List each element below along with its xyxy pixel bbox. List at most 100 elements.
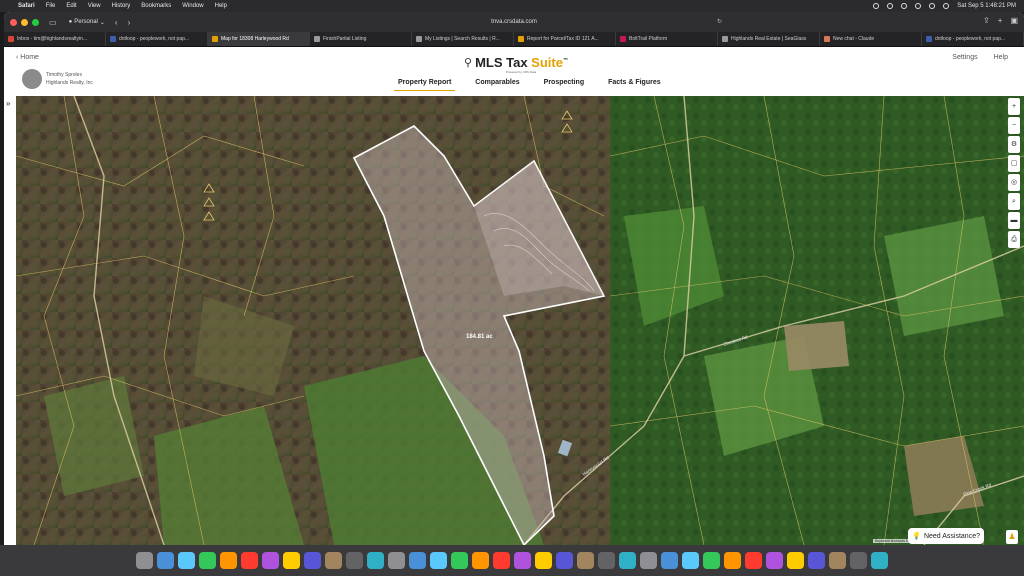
nav-prospecting[interactable]: Prospecting: [540, 77, 588, 91]
zoom-out-icon[interactable]: −: [1008, 117, 1020, 134]
layers-icon[interactable]: ▬: [1008, 212, 1020, 229]
search-icon[interactable]: ⌕: [1008, 193, 1020, 210]
dock-app-icon[interactable]: [598, 552, 615, 569]
forward-icon[interactable]: ›: [128, 18, 131, 27]
locate-icon[interactable]: ◎: [1008, 174, 1020, 191]
dock-app-icon[interactable]: [787, 552, 804, 569]
logo-suffix: Suite: [531, 55, 563, 70]
dock-app-icon[interactable]: [745, 552, 762, 569]
tab-overview-icon[interactable]: ▣: [1010, 16, 1018, 25]
dock-app-icon[interactable]: [388, 552, 405, 569]
dock-app-icon[interactable]: [199, 552, 216, 569]
mls-tax-suite-logo[interactable]: ⚲ MLS Tax Suite™ Powered by CRS Data: [464, 55, 568, 74]
menu-help[interactable]: Help: [215, 3, 227, 9]
tab-label: BoltTrail Platform: [629, 36, 668, 42]
dock-app-icon[interactable]: [346, 552, 363, 569]
print-icon[interactable]: ⎙: [1008, 231, 1020, 248]
sidebar-toggle-icon[interactable]: ▭: [49, 18, 57, 27]
tab-claude[interactable]: New chat - Claude: [820, 32, 922, 46]
address-bar[interactable]: tnva.crsdata.com ↻: [304, 16, 724, 28]
dock-app-icon[interactable]: [220, 552, 237, 569]
dock-app-icon[interactable]: [682, 552, 699, 569]
dock-app-icon[interactable]: [451, 552, 468, 569]
help-link[interactable]: Help: [994, 54, 1008, 61]
share-icon[interactable]: ⇪: [983, 16, 990, 25]
avatar[interactable]: [22, 69, 42, 89]
new-tab-icon[interactable]: +: [998, 16, 1003, 25]
dock-app-icon[interactable]: [283, 552, 300, 569]
menu-file[interactable]: File: [46, 3, 56, 9]
close-window-button[interactable]: [10, 18, 17, 26]
select-box-icon[interactable]: ▢: [1008, 155, 1020, 172]
status-icon[interactable]: [873, 3, 880, 9]
zoom-in-icon[interactable]: +: [1008, 98, 1020, 115]
nav-property-report[interactable]: Property Report: [394, 77, 456, 91]
nav-facts-figures[interactable]: Facts & Figures: [604, 77, 665, 91]
tab-map[interactable]: Map for 18308 Harleywood Rd: [208, 32, 310, 46]
dock-app-icon[interactable]: [262, 552, 279, 569]
dock-app-icon[interactable]: [661, 552, 678, 569]
nav-comparables[interactable]: Comparables: [471, 77, 523, 91]
battery-icon[interactable]: [929, 3, 936, 9]
dock-app-icon[interactable]: [241, 552, 258, 569]
need-assistance-button[interactable]: 💡 Need Assistance?: [908, 528, 984, 544]
home-link[interactable]: ‹ Home: [16, 54, 39, 61]
favicon-icon: [518, 36, 524, 42]
profile-menu[interactable]: ● Personal ⌄: [69, 19, 105, 26]
dock-app-icon[interactable]: [619, 552, 636, 569]
dock-app-icon[interactable]: [640, 552, 657, 569]
control-center-icon[interactable]: [943, 3, 950, 9]
dock-app-icon[interactable]: [514, 552, 531, 569]
dock-app-icon[interactable]: [472, 552, 489, 569]
volume-icon[interactable]: [915, 3, 922, 9]
dock-app-icon[interactable]: [724, 552, 741, 569]
street-view-pegman-icon[interactable]: ♟: [1006, 530, 1018, 544]
dock-app-icon[interactable]: [304, 552, 321, 569]
tab-report[interactable]: Report for Parcel/Tax ID 121 A...: [514, 32, 616, 46]
dock-app-icon[interactable]: [808, 552, 825, 569]
dock-app-icon[interactable]: [556, 552, 573, 569]
menu-edit[interactable]: Edit: [66, 3, 76, 9]
dock-app-icon[interactable]: [409, 552, 426, 569]
menu-app-safari[interactable]: Safari: [18, 3, 35, 9]
back-icon[interactable]: ‹: [115, 18, 118, 27]
reload-icon[interactable]: ↻: [717, 16, 722, 28]
tab-dotloop[interactable]: dotloop - peoplework, not pap...: [106, 32, 208, 46]
zoom-window-button[interactable]: [32, 18, 39, 26]
menu-bookmarks[interactable]: Bookmarks: [141, 3, 171, 9]
settings-link[interactable]: Settings: [952, 54, 977, 61]
dock-app-icon[interactable]: [367, 552, 384, 569]
tab-bolttrail[interactable]: BoltTrail Platform: [616, 32, 718, 46]
menu-view[interactable]: View: [88, 3, 101, 9]
dock-app-icon[interactable]: [766, 552, 783, 569]
dock: [0, 545, 1024, 576]
menubar-clock[interactable]: Sat Sep 5 1:48:21 PM: [957, 3, 1016, 9]
satellite-map[interactable]: 184.81 ac Harleywood Rd Chestnut Rd Pine…: [4, 96, 1024, 545]
menu-window[interactable]: Window: [182, 3, 203, 9]
dock-app-icon[interactable]: [430, 552, 447, 569]
browser-toolbar: ▭ ● Personal ⌄ ‹ › tnva.crsdata.com ↻ ⇪ …: [4, 12, 1024, 32]
dock-app-icon[interactable]: [703, 552, 720, 569]
dock-app-icon[interactable]: [493, 552, 510, 569]
gear-icon[interactable]: ⚙: [1008, 136, 1020, 153]
dock-app-icon[interactable]: [157, 552, 174, 569]
tab-my-listings[interactable]: My Listings | Search Results | R...: [412, 32, 514, 46]
panel-collapse-toggle[interactable]: »: [4, 96, 16, 545]
wifi-icon[interactable]: [901, 3, 908, 9]
dock-app-icon[interactable]: [871, 552, 888, 569]
tab-dotloop-2[interactable]: dotloop - peoplework, not pap...: [922, 32, 1024, 46]
tab-highlands[interactable]: Highlands Real Estate | SeaGlass: [718, 32, 820, 46]
tab-finish-listing[interactable]: FinishPartial Listing: [310, 32, 412, 46]
dock-app-icon[interactable]: [535, 552, 552, 569]
status-icon[interactable]: [887, 3, 894, 9]
tab-label: dotloop - peoplework, not pap...: [935, 36, 1006, 42]
menu-history[interactable]: History: [112, 3, 131, 9]
dock-app-icon[interactable]: [850, 552, 867, 569]
dock-app-icon[interactable]: [577, 552, 594, 569]
dock-app-icon[interactable]: [829, 552, 846, 569]
dock-app-icon[interactable]: [178, 552, 195, 569]
tab-inbox[interactable]: Inbox - tim@highlandsrealtyin...: [4, 32, 106, 46]
dock-app-icon[interactable]: [325, 552, 342, 569]
dock-app-icon[interactable]: [136, 552, 153, 569]
minimize-window-button[interactable]: [21, 18, 28, 26]
